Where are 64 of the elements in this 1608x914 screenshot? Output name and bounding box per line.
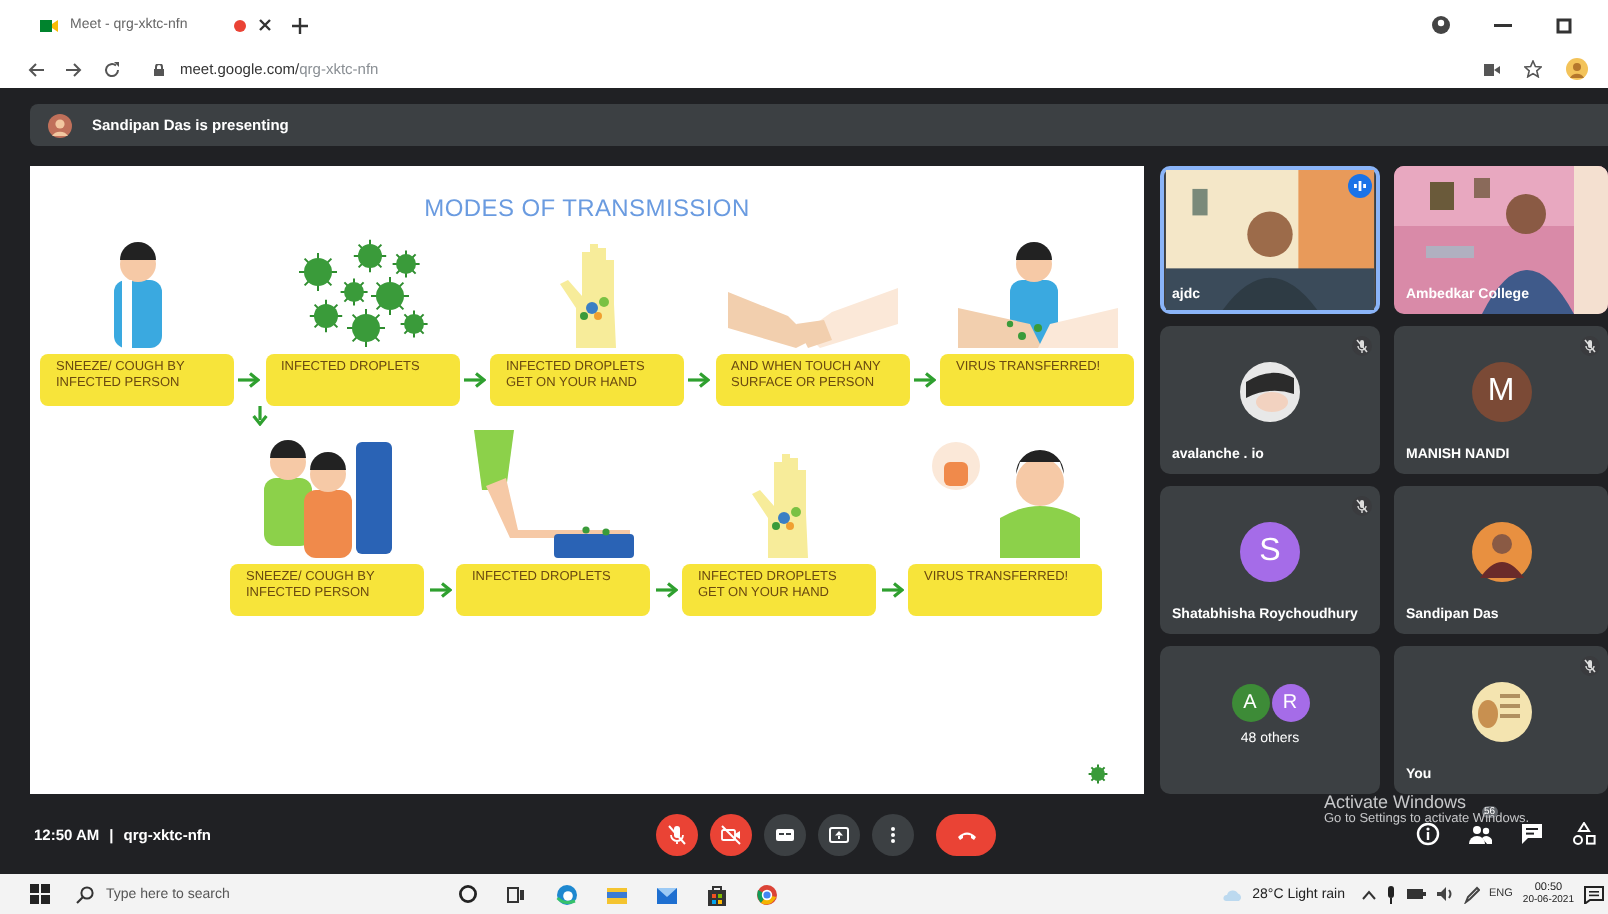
pen-icon[interactable] (1463, 885, 1479, 903)
close-icon[interactable] (258, 18, 272, 32)
virus-icon (1088, 764, 1108, 784)
arrow-icon (463, 372, 486, 388)
cortana-icon[interactable] (458, 884, 478, 904)
arrow-icon (913, 372, 936, 388)
avatar: M (1471, 362, 1531, 422)
battery-icon[interactable] (1405, 888, 1425, 900)
avatar-icon (48, 113, 72, 137)
person-drawing (113, 242, 161, 348)
arrow-icon (429, 582, 451, 598)
forward-icon[interactable] (66, 61, 82, 77)
lock-icon (154, 63, 164, 75)
back-icon[interactable] (28, 61, 44, 77)
more-button[interactable] (872, 813, 914, 855)
camera-button[interactable] (710, 813, 752, 855)
arrow-icon (252, 406, 268, 426)
chrome-icon[interactable] (756, 883, 778, 905)
mail-icon[interactable] (656, 883, 678, 905)
minimize-icon[interactable] (1494, 23, 1512, 27)
camera-off-icon (720, 823, 742, 845)
hand-drawing (751, 454, 807, 558)
captions-icon (774, 823, 796, 845)
search-icon (76, 885, 94, 903)
chevron-up-icon[interactable] (1361, 889, 1375, 899)
present-button[interactable] (818, 813, 860, 855)
arrow-icon (655, 582, 677, 598)
hang-up-button[interactable] (936, 813, 996, 855)
plus-icon[interactable] (292, 17, 308, 33)
video-icon (40, 17, 58, 33)
store-icon[interactable] (706, 883, 728, 905)
speaking-icon (1348, 174, 1372, 198)
maximize-icon[interactable] (1556, 17, 1572, 33)
people-icon[interactable] (1468, 822, 1492, 846)
present-icon (828, 823, 850, 845)
captions-button[interactable] (764, 813, 806, 855)
avatar: S (1240, 522, 1300, 582)
hand-drawing (559, 244, 615, 348)
people-drawing (263, 440, 391, 558)
virus-drawing (297, 238, 427, 348)
notification-icon[interactable] (1584, 885, 1604, 903)
chat-icon[interactable] (1520, 822, 1544, 846)
arrow-icon (688, 372, 711, 388)
arrow-icon (881, 582, 903, 598)
slide-title: MODES OF TRANSMISSION (422, 194, 752, 222)
browser-icon[interactable] (556, 883, 578, 905)
camera-icon[interactable] (1484, 63, 1500, 75)
info-icon[interactable] (1416, 822, 1440, 846)
avatar-icon[interactable] (1566, 58, 1588, 80)
speaker-icon[interactable] (1435, 886, 1453, 902)
avatar: R (1271, 683, 1309, 721)
avatar: A (1231, 683, 1269, 721)
windows-icon[interactable] (30, 884, 50, 904)
activation-title: Activate Windows (1324, 792, 1467, 812)
arrow-icon (238, 372, 261, 388)
microphone-icon[interactable] (1385, 885, 1395, 903)
folder-icon[interactable] (606, 883, 628, 905)
account-icon[interactable] (1432, 16, 1450, 34)
reload-icon[interactable] (104, 61, 120, 77)
task-view-icon[interactable] (506, 883, 528, 905)
star-icon[interactable] (1524, 60, 1542, 78)
microphone-button[interactable] (656, 813, 698, 855)
shapes-icon[interactable] (1572, 822, 1596, 846)
mic-off-icon (666, 823, 688, 845)
